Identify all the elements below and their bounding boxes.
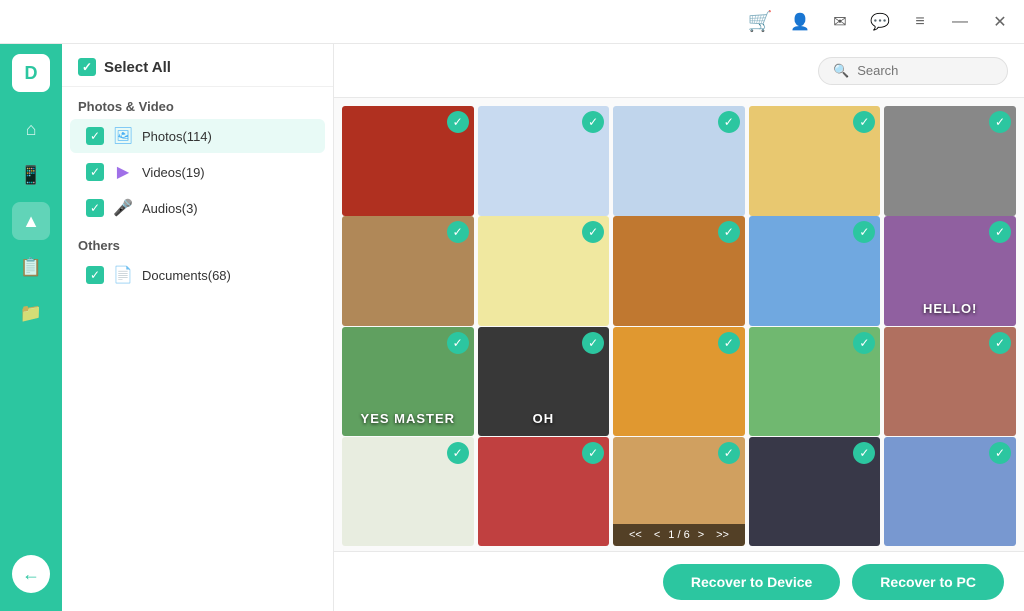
- photo-check[interactable]: ✓: [718, 332, 740, 354]
- search-icon: 🔍: [833, 63, 849, 79]
- sidebar-backup-btn[interactable]: ▲: [12, 202, 50, 240]
- user-icon[interactable]: 👤: [788, 10, 812, 34]
- page-first[interactable]: <<: [625, 528, 646, 542]
- select-all-label: Select All: [104, 59, 171, 76]
- photo-cell[interactable]: ✓: [342, 216, 474, 326]
- photo-cell[interactable]: ✓: [749, 216, 881, 326]
- icon-sidebar: D ⌂ 📱 ▲ 📋 📁 ←: [0, 44, 62, 611]
- photo-check[interactable]: ✓: [447, 442, 469, 464]
- page-last[interactable]: >>: [712, 528, 733, 542]
- select-all-checkbox[interactable]: ✓: [78, 58, 96, 76]
- page-next[interactable]: >: [694, 528, 708, 542]
- thumb-label: HELLO!: [884, 301, 1016, 316]
- photo-check[interactable]: ✓: [718, 221, 740, 243]
- photo-cell[interactable]: ✓<<<1 / 6>>>: [613, 437, 745, 547]
- minimize-button[interactable]: —: [948, 10, 972, 34]
- documents-checkbox[interactable]: ✓: [86, 266, 104, 284]
- photo-cell[interactable]: ✓ HELLO!: [884, 216, 1016, 326]
- window-controls: 🛒 👤 ✉ 💬 ≡ — ✕: [748, 10, 1012, 34]
- photo-cell[interactable]: ✓: [749, 437, 881, 547]
- photo-cell[interactable]: ✓ YES MASTER: [342, 327, 474, 437]
- photo-check[interactable]: ✓: [853, 221, 875, 243]
- main-layout: D ⌂ 📱 ▲ 📋 📁 ← ✓ Select All Photos & Vide…: [0, 44, 1024, 611]
- audios-checkbox[interactable]: ✓: [86, 199, 104, 217]
- photo-check[interactable]: ✓: [582, 332, 604, 354]
- photo-cell[interactable]: ✓: [749, 106, 881, 216]
- videos-label: Videos(19): [142, 165, 309, 180]
- photo-check[interactable]: ✓: [447, 332, 469, 354]
- sidebar-bottom: ←: [12, 555, 50, 601]
- search-input[interactable]: [857, 63, 993, 78]
- videos-checkbox[interactable]: ✓: [86, 163, 104, 181]
- photo-check[interactable]: ✓: [853, 332, 875, 354]
- search-box[interactable]: 🔍: [818, 57, 1008, 85]
- thumb-label: YES MASTER: [342, 411, 474, 426]
- photo-cell[interactable]: ✓: [884, 106, 1016, 216]
- sidebar-restore-btn[interactable]: 📋: [12, 248, 50, 286]
- chat-icon[interactable]: 💬: [868, 10, 892, 34]
- photo-check[interactable]: ✓: [989, 111, 1011, 133]
- mail-icon[interactable]: ✉: [828, 10, 852, 34]
- menu-icon[interactable]: ≡: [908, 10, 932, 34]
- photo-cell[interactable]: ✓: [342, 106, 474, 216]
- recover-pc-button[interactable]: Recover to PC: [852, 564, 1004, 600]
- pagination-bar: <<<1 / 6>>>: [613, 524, 745, 546]
- photo-cell[interactable]: ✓: [342, 437, 474, 547]
- bottom-bar: Recover to Device Recover to PC: [334, 551, 1024, 611]
- sidebar-folder-btn[interactable]: 📁: [12, 294, 50, 332]
- photo-cell[interactable]: ✓: [478, 216, 610, 326]
- select-all-row[interactable]: ✓ Select All: [62, 44, 333, 87]
- others-header: Others: [62, 226, 333, 257]
- photo-cell[interactable]: ✓: [613, 327, 745, 437]
- photos-checkbox[interactable]: ✓: [86, 127, 104, 145]
- content-header: 🔍: [334, 44, 1024, 98]
- photo-grid: ✓✓✓✓✓✓✓✓✓✓HELLO!✓YES MASTER✓OH✓✓✓✓✓✓<<<1…: [334, 98, 1024, 551]
- videos-item[interactable]: ✓ ▶ Videos(19): [70, 155, 325, 189]
- photo-check[interactable]: ✓: [989, 442, 1011, 464]
- videos-icon: ▶: [112, 162, 134, 182]
- back-button[interactable]: ←: [12, 555, 50, 593]
- photo-check[interactable]: ✓: [718, 111, 740, 133]
- photo-check[interactable]: ✓: [718, 442, 740, 464]
- photos-item[interactable]: ✓ 🖼 Photos(114): [70, 119, 325, 153]
- content-area: 🔍 ✓✓✓✓✓✓✓✓✓✓HELLO!✓YES MASTER✓OH✓✓✓✓✓✓<<…: [334, 44, 1024, 611]
- documents-icon: 📄: [112, 265, 134, 285]
- photo-check[interactable]: ✓: [582, 111, 604, 133]
- photo-check[interactable]: ✓: [447, 221, 469, 243]
- photo-check[interactable]: ✓: [447, 111, 469, 133]
- app-logo: D: [12, 54, 50, 92]
- photo-check[interactable]: ✓: [989, 332, 1011, 354]
- photo-check[interactable]: ✓: [989, 221, 1011, 243]
- audios-icon: 🎤: [112, 198, 134, 218]
- photo-cell[interactable]: ✓: [613, 216, 745, 326]
- close-button[interactable]: ✕: [988, 10, 1012, 34]
- title-bar: 🛒 👤 ✉ 💬 ≡ — ✕: [0, 0, 1024, 44]
- photos-video-header: Photos & Video: [62, 87, 333, 118]
- photos-icon: 🖼: [112, 126, 134, 146]
- photo-check[interactable]: ✓: [582, 221, 604, 243]
- audios-label: Audios(3): [142, 201, 309, 216]
- documents-label: Documents(68): [142, 268, 309, 283]
- documents-item[interactable]: ✓ 📄 Documents(68): [70, 258, 325, 292]
- photo-cell[interactable]: ✓: [613, 106, 745, 216]
- recover-device-button[interactable]: Recover to Device: [663, 564, 840, 600]
- sidebar-home-btn[interactable]: ⌂: [12, 110, 50, 148]
- page-info: 1 / 6: [668, 529, 689, 541]
- photo-check[interactable]: ✓: [853, 111, 875, 133]
- photo-cell[interactable]: ✓: [884, 437, 1016, 547]
- photo-check[interactable]: ✓: [853, 442, 875, 464]
- photo-cell[interactable]: ✓: [478, 106, 610, 216]
- photos-label: Photos(114): [142, 129, 309, 144]
- cart-icon[interactable]: 🛒: [748, 10, 772, 34]
- photo-cell[interactable]: ✓: [478, 437, 610, 547]
- thumb-label: OH: [478, 411, 610, 426]
- file-sidebar: ✓ Select All Photos & Video ✓ 🖼 Photos(1…: [62, 44, 334, 611]
- photo-check[interactable]: ✓: [582, 442, 604, 464]
- photo-cell[interactable]: ✓ OH: [478, 327, 610, 437]
- sidebar-phone-btn[interactable]: 📱: [12, 156, 50, 194]
- page-prev[interactable]: <: [650, 528, 664, 542]
- audios-item[interactable]: ✓ 🎤 Audios(3): [70, 191, 325, 225]
- photo-cell[interactable]: ✓: [749, 327, 881, 437]
- photo-cell[interactable]: ✓: [884, 327, 1016, 437]
